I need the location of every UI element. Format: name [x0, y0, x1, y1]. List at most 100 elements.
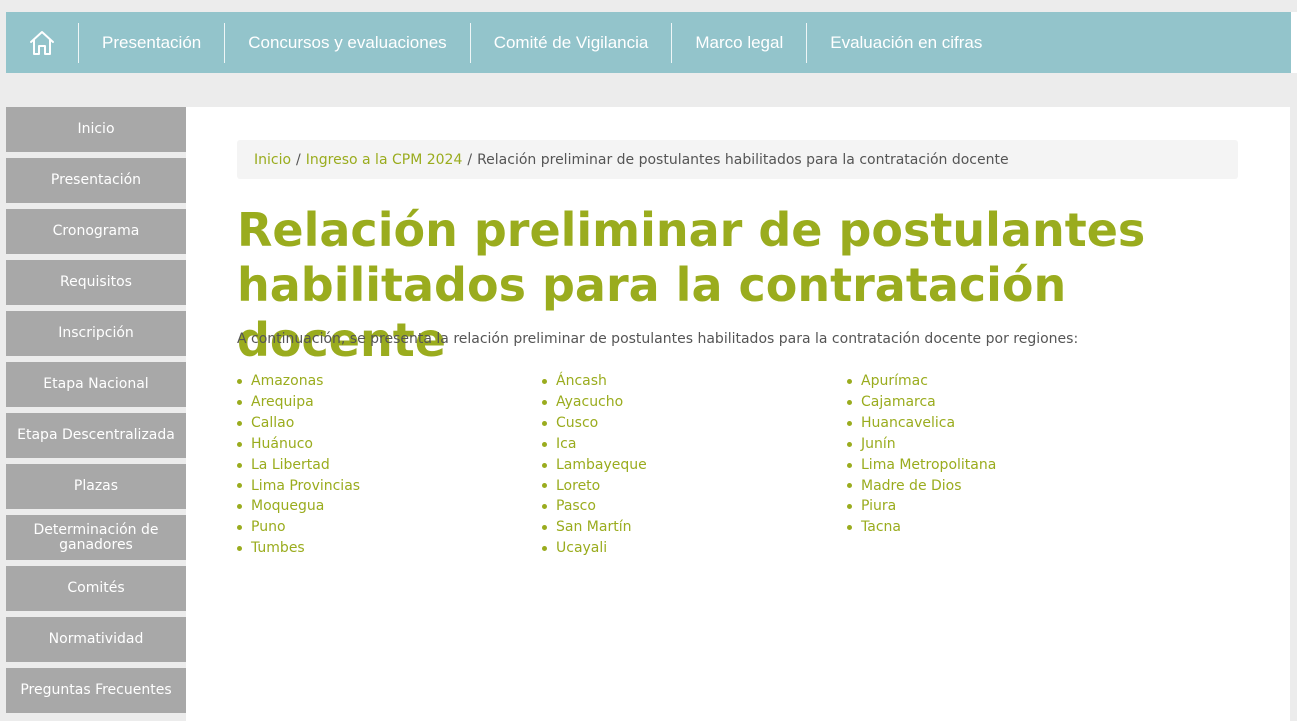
nav-divider [671, 22, 673, 63]
region-list-item: La Libertad [237, 455, 542, 476]
home-icon [30, 30, 54, 55]
nav-divider [469, 22, 471, 63]
region-list-item: Piura [847, 496, 1152, 517]
breadcrumb-section-link[interactable]: Ingreso a la CPM 2024 [306, 152, 463, 168]
bullet-icon [542, 525, 547, 531]
bullet-icon [237, 399, 242, 405]
bullet-icon [237, 546, 242, 552]
region-link[interactable]: Huancavelica [861, 413, 955, 434]
region-list-item: Áncash [542, 371, 847, 392]
bullet-icon [237, 378, 242, 384]
region-list-item: Ica [542, 434, 847, 455]
region-link[interactable]: Ayacucho [556, 392, 623, 413]
sidebar-item-plazas[interactable]: Plazas [6, 464, 186, 509]
bullet-icon [542, 546, 547, 552]
region-link[interactable]: Callao [251, 413, 294, 434]
regions-list: Amazonas Arequipa Callao Huánuco La Libertad… [237, 371, 1152, 559]
region-link[interactable]: Apurímac [861, 371, 928, 392]
bullet-icon [237, 420, 242, 426]
region-link[interactable]: Puno [251, 517, 286, 538]
sidebar-item-determinacion-ganadores[interactable]: Determinación de ganadores [6, 515, 186, 560]
region-list-item: Lima Metropolitana [847, 455, 1152, 476]
region-list-item: Pasco [542, 496, 847, 517]
sidebar-item-comites[interactable]: Comités [6, 566, 186, 611]
nav-evaluacion-cifras[interactable]: Evaluación en cifras [807, 12, 1005, 73]
nav-concursos-evaluaciones[interactable]: Concursos y evaluaciones [225, 12, 469, 73]
region-link[interactable]: San Martín [556, 517, 631, 538]
region-list-item: Lima Provincias [237, 476, 542, 497]
region-link[interactable]: Lima Metropolitana [861, 455, 996, 476]
sidebar: Inicio Presentación Cronograma Requisito… [6, 107, 186, 719]
bullet-icon [847, 399, 852, 405]
region-link[interactable]: Ucayali [556, 538, 607, 559]
bullet-icon [542, 483, 547, 489]
bullet-icon [542, 378, 547, 384]
region-link[interactable]: La Libertad [251, 455, 330, 476]
region-link[interactable]: Madre de Dios [861, 476, 962, 497]
region-link[interactable]: Ica [556, 434, 576, 455]
region-list-item: Loreto [542, 476, 847, 497]
region-link[interactable]: Loreto [556, 476, 600, 497]
region-link[interactable]: Moquegua [251, 496, 324, 517]
region-list-item: Ayacucho [542, 392, 847, 413]
breadcrumb-separator: / [296, 151, 301, 168]
nav-presentacion[interactable]: Presentación [79, 12, 224, 73]
bullet-icon [847, 504, 852, 510]
sidebar-item-etapa-nacional[interactable]: Etapa Nacional [6, 362, 186, 407]
region-link[interactable]: Áncash [556, 371, 607, 392]
bullet-icon [847, 525, 852, 531]
region-list-item: Arequipa [237, 392, 542, 413]
breadcrumb: Inicio / Ingreso a la CPM 2024 / Relació… [237, 140, 1238, 179]
sidebar-item-cronograma[interactable]: Cronograma [6, 209, 186, 254]
breadcrumb-home-link[interactable]: Inicio [254, 152, 291, 168]
bullet-icon [237, 525, 242, 531]
sidebar-item-presentacion[interactable]: Presentación [6, 158, 186, 203]
region-link[interactable]: Amazonas [251, 371, 323, 392]
bullet-icon [237, 441, 242, 447]
bullet-icon [847, 378, 852, 384]
region-link[interactable]: Arequipa [251, 392, 314, 413]
breadcrumb-separator: / [467, 151, 473, 168]
region-link[interactable]: Piura [861, 496, 896, 517]
sidebar-item-etapa-descentralizada[interactable]: Etapa Descentralizada [6, 413, 186, 458]
bullet-icon [237, 462, 242, 468]
region-link[interactable]: Pasco [556, 496, 596, 517]
region-list-item: Callao [237, 413, 542, 434]
region-list-item: Puno [237, 517, 542, 538]
sidebar-item-preguntas-frecuentes[interactable]: Preguntas Frecuentes [6, 668, 186, 713]
sidebar-item-requisitos[interactable]: Requisitos [6, 260, 186, 305]
region-link[interactable]: Lima Provincias [251, 476, 360, 497]
bullet-icon [542, 504, 547, 510]
region-link[interactable]: Cusco [556, 413, 598, 434]
regions-column-1: Amazonas Arequipa Callao Huánuco La Libertad… [237, 371, 542, 559]
home-button[interactable] [6, 12, 78, 73]
bullet-icon [847, 483, 852, 489]
region-list-item: Lambayeque [542, 455, 847, 476]
region-link[interactable]: Junín [861, 434, 896, 455]
region-list-item: Moquegua [237, 496, 542, 517]
region-link[interactable]: Lambayeque [556, 455, 647, 476]
regions-column-3: Apurímac Cajamarca Huancavelica Junín Lima M… [847, 371, 1152, 559]
sidebar-item-inscripcion[interactable]: Inscripción [6, 311, 186, 356]
bullet-icon [542, 399, 547, 405]
sidebar-item-normatividad[interactable]: Normatividad [6, 617, 186, 662]
region-link[interactable]: Tacna [861, 517, 901, 538]
bullet-icon [847, 462, 852, 468]
region-list-item: Huancavelica [847, 413, 1152, 434]
region-link[interactable]: Cajamarca [861, 392, 936, 413]
region-link[interactable]: Huánuco [251, 434, 313, 455]
breadcrumb-current: Relación preliminar de postulantes habil… [477, 151, 1009, 168]
nav-divider [224, 22, 226, 63]
region-list-item: Amazonas [237, 371, 542, 392]
topbar-edge [1291, 12, 1297, 73]
bullet-icon [237, 483, 242, 489]
region-list-item: Tumbes [237, 538, 542, 559]
sidebar-item-inicio[interactable]: Inicio [6, 107, 186, 152]
region-list-item: Ucayali [542, 538, 847, 559]
region-list-item: Junín [847, 434, 1152, 455]
region-list-item: Cusco [542, 413, 847, 434]
nav-marco-legal[interactable]: Marco legal [672, 12, 806, 73]
nav-comite-vigilancia[interactable]: Comité de Vigilancia [471, 12, 672, 73]
bullet-icon [237, 504, 242, 510]
region-link[interactable]: Tumbes [251, 538, 305, 559]
